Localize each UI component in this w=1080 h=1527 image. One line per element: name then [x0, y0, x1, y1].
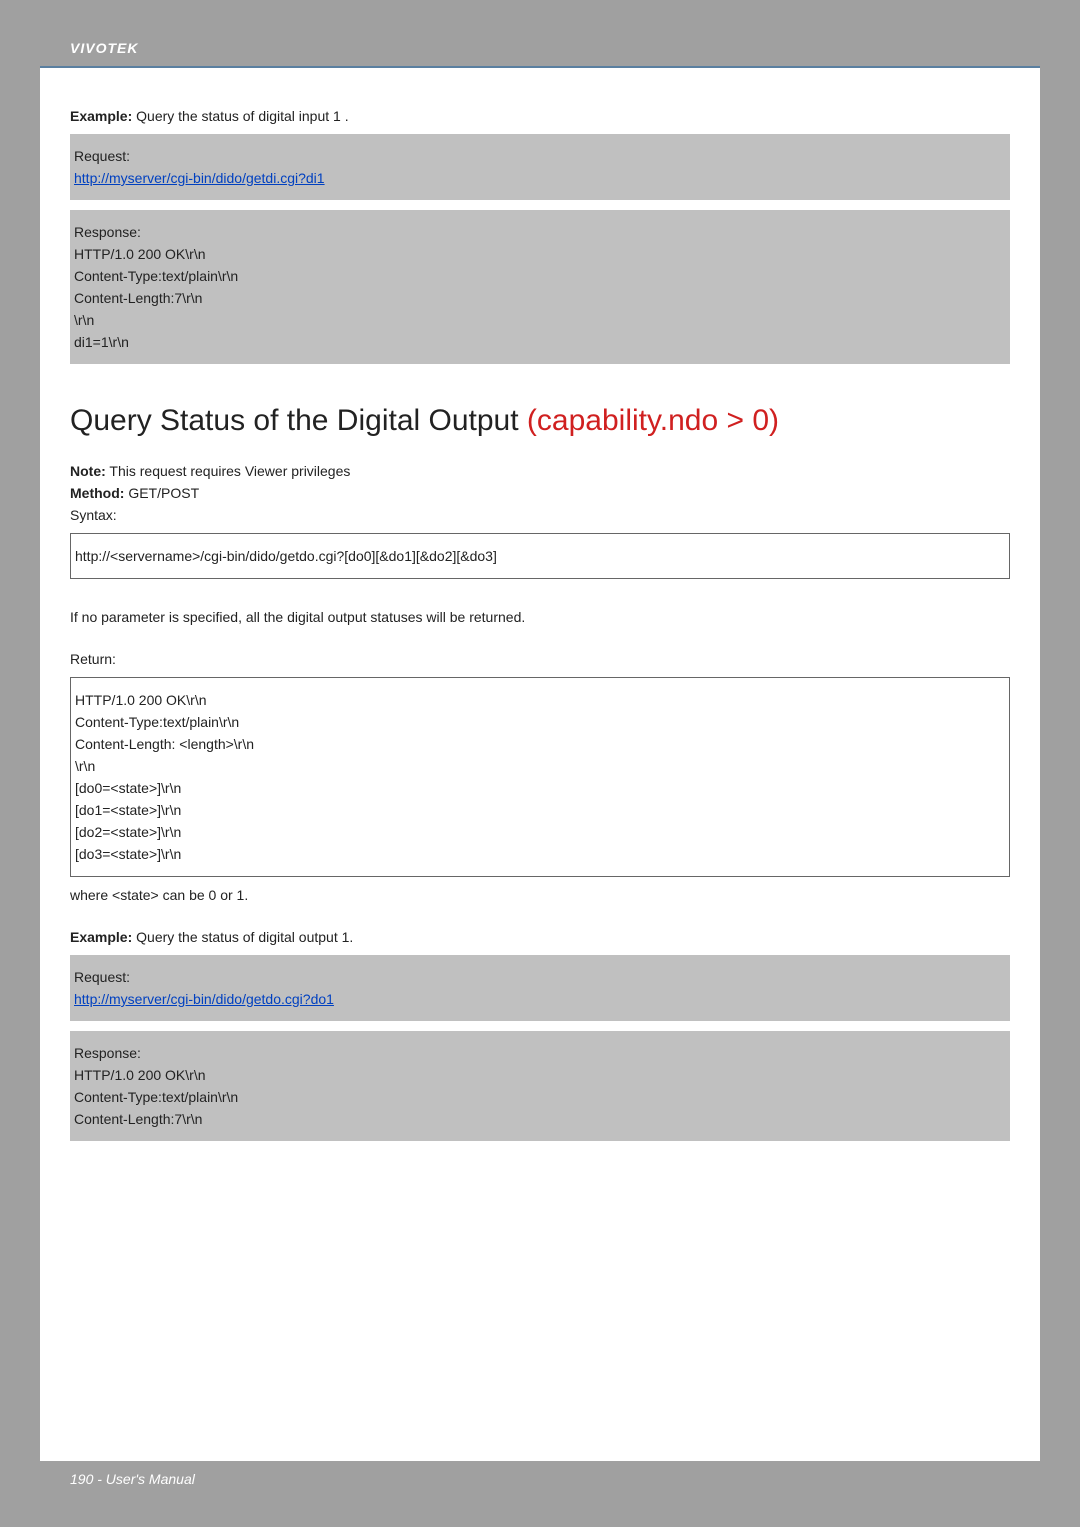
ret-line-2: Content-Length: <length>\r\n: [75, 736, 1005, 752]
method-line: Method: GET/POST: [70, 485, 1010, 501]
method-label: Method:: [70, 485, 124, 501]
request-url-link[interactable]: http://myserver/cgi-bin/dido/getdi.cgi?d…: [74, 170, 325, 186]
resp2-line-1: Content-Type:text/plain\r\n: [74, 1089, 1006, 1105]
request-label: Request:: [74, 148, 1006, 164]
note-text: This request requires Viewer privileges: [109, 463, 350, 479]
ret-line-5: [do1=<state>]\r\n: [75, 802, 1005, 818]
resp-line-4: di1=1\r\n: [74, 334, 1006, 350]
example2-response-box: Response: HTTP/1.0 200 OK\r\n Content-Ty…: [70, 1031, 1010, 1141]
example2-label: Example:: [70, 929, 132, 945]
response-label: Response:: [74, 224, 1006, 240]
syntax-label: Syntax:: [70, 507, 1010, 523]
example1-response-box: Response: HTTP/1.0 200 OK\r\n Content-Ty…: [70, 210, 1010, 364]
note-line: Note: This request requires Viewer privi…: [70, 463, 1010, 479]
note-label: Note:: [70, 463, 106, 479]
syntax-box: http://<servername>/cgi-bin/dido/getdo.c…: [70, 533, 1010, 579]
resp2-line-0: HTTP/1.0 200 OK\r\n: [74, 1067, 1006, 1083]
footer-text: 190 - User's Manual: [70, 1471, 195, 1487]
example2-text: Query the status of digital output 1.: [136, 929, 353, 945]
ret-line-6: [do2=<state>]\r\n: [75, 824, 1005, 840]
brand-label: VIVOTEK: [70, 40, 138, 56]
resp-line-1: Content-Type:text/plain\r\n: [74, 268, 1006, 284]
ret-line-1: Content-Type:text/plain\r\n: [75, 714, 1005, 730]
request2-label: Request:: [74, 969, 1006, 985]
method-text: GET/POST: [128, 485, 199, 501]
resp-line-2: Content-Length:7\r\n: [74, 290, 1006, 306]
section-heading: Query Status of the Digital Output (capa…: [70, 404, 1010, 438]
page-content: Example: Query the status of digital inp…: [40, 68, 1040, 1171]
response2-label: Response:: [74, 1045, 1006, 1061]
example2-request-box: Request: http://myserver/cgi-bin/dido/ge…: [70, 955, 1010, 1021]
return-box: HTTP/1.0 200 OK\r\n Content-Type:text/pl…: [70, 677, 1010, 877]
return-label: Return:: [70, 651, 1010, 667]
ret-line-3: \r\n: [75, 758, 1005, 774]
example1-text: Query the status of digital input 1 .: [136, 108, 348, 124]
example1-label: Example:: [70, 108, 132, 124]
example1-line: Example: Query the status of digital inp…: [70, 108, 1010, 124]
example1-request-box: Request: http://myserver/cgi-bin/dido/ge…: [70, 134, 1010, 200]
footer-bar: 190 - User's Manual: [40, 1461, 1040, 1497]
example2-line: Example: Query the status of digital out…: [70, 929, 1010, 945]
syntax-text: http://<servername>/cgi-bin/dido/getdo.c…: [75, 548, 1005, 564]
ret-line-0: HTTP/1.0 200 OK\r\n: [75, 692, 1005, 708]
document-page: VIVOTEK Example: Query the status of dig…: [40, 30, 1040, 1497]
resp2-line-2: Content-Length:7\r\n: [74, 1111, 1006, 1127]
header-brand-bar: VIVOTEK: [40, 30, 1040, 66]
request2-url-link[interactable]: http://myserver/cgi-bin/dido/getdo.cgi?d…: [74, 991, 334, 1007]
ret-line-7: [do3=<state>]\r\n: [75, 846, 1005, 862]
resp-line-3: \r\n: [74, 312, 1006, 328]
where-state: where <state> can be 0 or 1.: [70, 887, 1010, 903]
noparam-text: If no parameter is specified, all the di…: [70, 609, 1010, 625]
ret-line-4: [do0=<state>]\r\n: [75, 780, 1005, 796]
resp-line-0: HTTP/1.0 200 OK\r\n: [74, 246, 1006, 262]
heading-plain: Query Status of the Digital Output: [70, 404, 519, 437]
heading-red: (capability.ndo > 0): [527, 404, 779, 437]
